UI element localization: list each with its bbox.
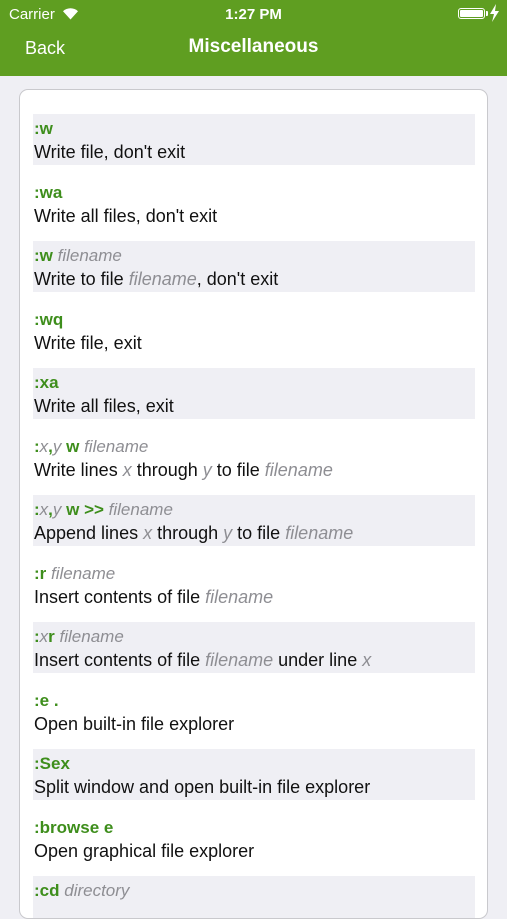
parameter-text: directory bbox=[64, 881, 130, 900]
command-row: :x,y w filename Write lines x through y t… bbox=[33, 432, 475, 483]
command-keyword: :Sex bbox=[34, 754, 70, 773]
command-syntax: :x,y w filename bbox=[34, 436, 475, 458]
command-syntax: :xr filename bbox=[34, 626, 475, 648]
command-description: Split window and open built-in file expl… bbox=[34, 775, 475, 799]
description-text: Write file, don't exit bbox=[34, 142, 186, 162]
command-keyword: :e . bbox=[34, 690, 59, 710]
command-syntax: :x,y w >> filename bbox=[34, 499, 475, 521]
command-row: :wq Write file, exit bbox=[33, 305, 475, 356]
command-row: :w Write file, don't exit bbox=[33, 114, 475, 165]
parameter-text: x bbox=[122, 459, 132, 480]
description-text: to file bbox=[232, 523, 286, 543]
command-row: :x,y w >> filename Append lines x through… bbox=[33, 495, 475, 546]
battery-icon bbox=[458, 8, 485, 19]
command-description: Open built-in file explorer bbox=[34, 712, 475, 736]
command-keyword: :w bbox=[34, 119, 53, 138]
parameter-text: filename bbox=[205, 586, 274, 607]
command-keyword: :wa bbox=[34, 182, 63, 202]
description-text: Open built-in file explorer bbox=[34, 713, 235, 734]
parameter-text: filename bbox=[285, 523, 354, 543]
parameter-text: x bbox=[39, 436, 49, 456]
command-description: Write all files, don't exit bbox=[34, 204, 475, 228]
description-text: through bbox=[131, 459, 203, 480]
parameter-text: x bbox=[362, 650, 372, 670]
command-keyword: :wq bbox=[34, 309, 64, 329]
command-row: :xa Write all files, exit bbox=[33, 368, 475, 419]
command-keyword: :xa bbox=[34, 373, 59, 392]
parameter-text: y bbox=[223, 523, 233, 543]
command-syntax: :e . bbox=[34, 690, 475, 712]
command-description: Insert contents of file filename under l… bbox=[34, 648, 475, 672]
parameter-text: filename bbox=[205, 650, 274, 670]
command-row: :wa Write all files, don't exit bbox=[33, 178, 475, 229]
command-syntax: :Sex bbox=[34, 753, 475, 775]
command-syntax: :browse e bbox=[34, 817, 475, 839]
command-description: Write lines x through y to file filename bbox=[34, 458, 475, 482]
command-row: :e . Open built-in file explorer bbox=[33, 686, 475, 737]
description-text: to file bbox=[211, 459, 265, 480]
command-description: Insert contents of file filename bbox=[34, 585, 475, 609]
status-bar: Carrier 1:27 PM bbox=[0, 0, 507, 28]
parameter-text: x bbox=[39, 500, 49, 519]
description-text: Write to file bbox=[34, 269, 129, 289]
command-syntax: :w filename bbox=[34, 245, 475, 267]
command-syntax: :cd directory bbox=[34, 880, 475, 902]
parameter-text: filename bbox=[108, 500, 173, 519]
description-text: Write all files, exit bbox=[34, 396, 174, 416]
command-row: :w filename Write to file filename, don't… bbox=[33, 241, 475, 292]
status-time: 1:27 PM bbox=[225, 6, 282, 23]
description-text: through bbox=[152, 523, 224, 543]
command-row: :cd directory bbox=[33, 876, 475, 918]
command-syntax: :wa bbox=[34, 182, 475, 204]
parameter-text: filename bbox=[264, 459, 333, 480]
description-text: , don't exit bbox=[196, 269, 279, 289]
description-text: Write all files, don't exit bbox=[34, 205, 218, 226]
description-text: Open graphical file explorer bbox=[34, 840, 255, 861]
charging-icon bbox=[490, 4, 499, 22]
parameter-text: filename bbox=[128, 269, 197, 289]
command-row: :r filename Insert contents of file filen… bbox=[33, 559, 475, 610]
command-row: :browse e Open graphical file explorer bbox=[33, 813, 475, 864]
nav-header: Carrier 1:27 PM Back Miscellaneous bbox=[0, 0, 507, 76]
parameter-text: filename bbox=[59, 627, 124, 646]
parameter-text: filename bbox=[51, 563, 116, 583]
description-text: under line bbox=[273, 650, 363, 670]
description-text: Append lines bbox=[34, 523, 144, 543]
battery-tip bbox=[486, 11, 488, 16]
command-keyword: :browse e bbox=[34, 817, 114, 837]
parameter-text: y bbox=[202, 459, 212, 480]
description-text: Split window and open built-in file expl… bbox=[34, 777, 371, 797]
commands-card: :w Write file, don't exit :wa Write all fil… bbox=[19, 89, 488, 919]
description-text: Insert contents of file bbox=[34, 650, 206, 670]
command-description: Append lines x through y to file filenam… bbox=[34, 521, 475, 545]
description-text: Write lines bbox=[34, 459, 123, 480]
command-keyword: :w bbox=[34, 246, 58, 265]
command-syntax: :w bbox=[34, 118, 475, 140]
command-description: Write file, don't exit bbox=[34, 140, 475, 164]
command-keyword: w bbox=[61, 436, 85, 456]
command-row: :xr filename Insert contents of file file… bbox=[33, 622, 475, 673]
parameter-text: filename bbox=[57, 246, 122, 265]
page-title: Miscellaneous bbox=[188, 36, 319, 57]
command-keyword: w >> bbox=[61, 500, 109, 519]
command-syntax: :wq bbox=[34, 309, 475, 331]
parameter-text: filename bbox=[84, 436, 149, 456]
command-description: Write to file filename, don't exit bbox=[34, 267, 475, 291]
command-description: Write file, exit bbox=[34, 331, 475, 355]
command-description: Open graphical file explorer bbox=[34, 839, 475, 863]
description-text: Insert contents of file bbox=[34, 586, 206, 607]
command-keyword: :cd bbox=[34, 881, 65, 900]
command-syntax: :xa bbox=[34, 372, 475, 394]
command-keyword: r bbox=[48, 627, 60, 646]
parameter-text: x bbox=[143, 523, 153, 543]
parameter-text: x bbox=[39, 627, 49, 646]
description-text: Write file, exit bbox=[34, 332, 142, 353]
command-syntax: :r filename bbox=[34, 563, 475, 585]
command-description: Write all files, exit bbox=[34, 394, 475, 418]
command-row: :Sex Split window and open built-in file … bbox=[33, 749, 475, 800]
command-keyword: :r bbox=[34, 563, 51, 583]
